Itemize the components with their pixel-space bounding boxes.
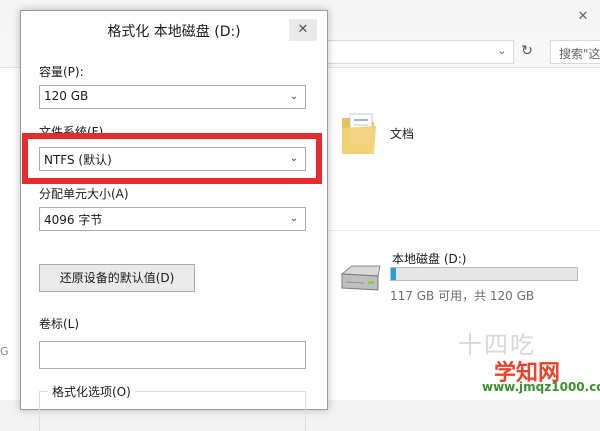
drive-free-space: 117 GB 可用，共 120 GB — [390, 289, 535, 303]
search-input[interactable]: 搜索"这 — [550, 40, 600, 64]
format-options-label: 格式化选项(O) — [48, 383, 135, 400]
capacity-value: 120 GB — [44, 89, 89, 103]
format-dialog: 格式化 本地磁盘 (D:) ✕ 容量(P): 120 GB ⌄ 文件系统(F) … — [20, 10, 328, 431]
highlight-annotation — [22, 133, 322, 184]
volume-label-input[interactable] — [39, 341, 306, 369]
close-icon: ✕ — [297, 22, 309, 37]
capacity-select[interactable]: 120 GB ⌄ — [39, 85, 306, 109]
refresh-icon[interactable]: ↻ — [518, 42, 536, 60]
hard-drive-icon[interactable] — [338, 264, 382, 294]
format-options-group: 格式化选项(O) — [39, 383, 306, 431]
capacity-label: 容量(P): — [39, 65, 84, 79]
section-divider — [320, 230, 600, 231]
address-bar[interactable] — [320, 40, 514, 64]
folder-label[interactable]: 文档 — [390, 125, 414, 142]
dialog-title: 格式化 本地磁盘 (D:) — [107, 24, 241, 40]
chevron-down-icon: ⌄ — [289, 91, 299, 102]
volume-label-label: 卷标(L) — [39, 317, 80, 331]
explorer-close-icon[interactable]: ✕ — [576, 10, 590, 24]
drive-label[interactable]: 本地磁盘 (D:) — [392, 250, 466, 267]
allocation-select[interactable]: 4096 字节 ⌄ — [39, 207, 306, 231]
drive-usage-fill — [391, 268, 396, 280]
partial-text: G — [0, 345, 9, 358]
folder-icon[interactable] — [340, 110, 378, 156]
allocation-value: 4096 字节 — [44, 213, 103, 227]
chevron-down-icon: ⌄ — [289, 213, 299, 224]
restore-defaults-button[interactable]: 还原设备的默认值(D) — [39, 264, 195, 292]
allocation-label: 分配单元大小(A) — [39, 187, 129, 201]
watermark-url: www.jmqz1000.com — [482, 380, 600, 394]
drive-usage-bar — [390, 267, 578, 281]
dialog-close-button[interactable]: ✕ — [289, 19, 317, 41]
address-dropdown-icon[interactable]: ⌄ — [494, 44, 510, 60]
